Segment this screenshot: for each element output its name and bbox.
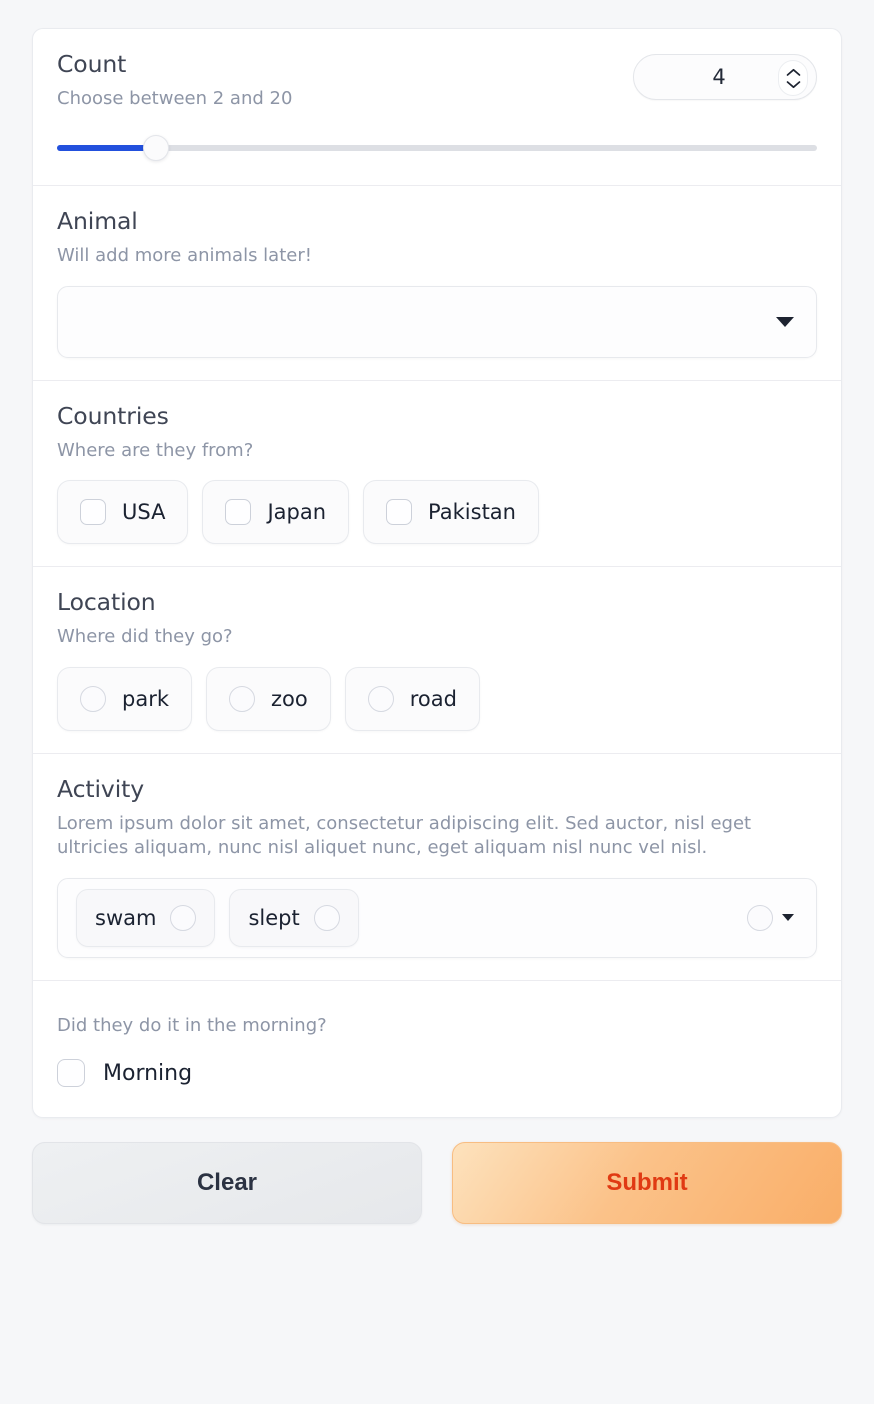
form-page: Count Choose between 2 and 20 4 Animal W… <box>0 0 874 1404</box>
form-footer: Clear Submit <box>32 1142 842 1225</box>
triangle-down-icon[interactable] <box>782 914 794 922</box>
radio-option-road[interactable]: road <box>344 667 480 732</box>
count-description: Choose between 2 and 20 <box>57 88 293 110</box>
animal-select[interactable] <box>57 285 817 358</box>
countries-description: Where are they from? <box>57 439 254 461</box>
radio-icon[interactable] <box>313 904 340 931</box>
checkbox-option-pakistan[interactable]: Pakistan <box>363 480 539 545</box>
clear-button[interactable]: Clear <box>32 1142 422 1225</box>
option-label: park <box>122 687 169 712</box>
radio-option-zoo[interactable]: zoo <box>206 667 331 732</box>
radio-option-park[interactable]: park <box>57 667 192 732</box>
chevron-up-icon[interactable] <box>786 68 801 77</box>
checkbox-icon[interactable] <box>80 499 106 526</box>
radio-icon[interactable] <box>80 686 106 713</box>
option-label: swam <box>95 905 157 930</box>
option-label: road <box>409 687 457 712</box>
slider-track[interactable] <box>57 144 817 151</box>
location-options: park zoo road <box>57 667 817 732</box>
form-card: Count Choose between 2 and 20 4 Animal W… <box>32 28 842 1119</box>
section-count: Count Choose between 2 and 20 4 <box>33 29 841 186</box>
chevron-down-icon[interactable] <box>786 80 801 89</box>
count-title: Count <box>57 50 127 78</box>
activity-title: Activity <box>57 775 145 804</box>
section-countries: Countries Where are they from? USA Japan… <box>33 381 841 568</box>
triangle-down-icon[interactable] <box>776 316 794 327</box>
radio-option-slept[interactable]: slept <box>229 888 359 947</box>
checkbox-icon[interactable] <box>386 499 413 526</box>
radio-icon[interactable] <box>747 904 773 931</box>
checkbox-icon[interactable] <box>57 1059 85 1088</box>
morning-description: Did they do it in the morning? <box>57 1014 327 1036</box>
animal-description: Will add more animals later! <box>57 244 312 266</box>
section-activity: Activity Lorem ipsum dolor sit amet, con… <box>33 754 841 981</box>
option-label: slept <box>248 905 300 930</box>
checkbox-option-japan[interactable]: Japan <box>202 480 350 545</box>
section-morning: Did they do it in the morning? Morning <box>33 981 841 1118</box>
countries-title: Countries <box>57 401 169 430</box>
radio-icon[interactable] <box>367 686 394 713</box>
activity-more-dropdown[interactable] <box>747 904 798 931</box>
activity-options-bar: swam slept <box>57 877 817 958</box>
option-label: Morning <box>103 1060 193 1086</box>
section-animal: Animal Will add more animals later! <box>33 186 841 381</box>
radio-option-swam[interactable]: swam <box>76 888 216 947</box>
checkbox-option-usa[interactable]: USA <box>57 480 189 545</box>
count-text-block: Count Choose between 2 and 20 <box>57 50 633 111</box>
count-slider[interactable] <box>57 134 817 161</box>
count-stepper-arrows[interactable] <box>778 60 808 96</box>
option-label: zoo <box>271 687 308 712</box>
option-label: Pakistan <box>428 500 516 525</box>
section-location: Location Where did they go? park zoo roa… <box>33 567 841 755</box>
slider-thumb[interactable] <box>142 134 169 161</box>
animal-title: Animal <box>57 206 138 235</box>
radio-icon[interactable] <box>170 904 197 931</box>
countries-options: USA Japan Pakistan <box>57 480 817 545</box>
count-header: Count Choose between 2 and 20 4 <box>57 50 817 111</box>
location-description: Where did they go? <box>57 626 233 648</box>
count-stepper[interactable]: 4 <box>633 54 817 100</box>
radio-icon[interactable] <box>229 686 255 713</box>
checkbox-option-morning[interactable]: Morning <box>57 1059 817 1088</box>
checkbox-icon[interactable] <box>225 499 252 526</box>
slider-fill <box>57 144 156 151</box>
option-label: USA <box>122 500 166 525</box>
option-label: Japan <box>267 500 327 525</box>
activity-description: Lorem ipsum dolor sit amet, consectetur … <box>57 813 752 858</box>
submit-button[interactable]: Submit <box>452 1142 842 1225</box>
location-title: Location <box>57 588 156 617</box>
